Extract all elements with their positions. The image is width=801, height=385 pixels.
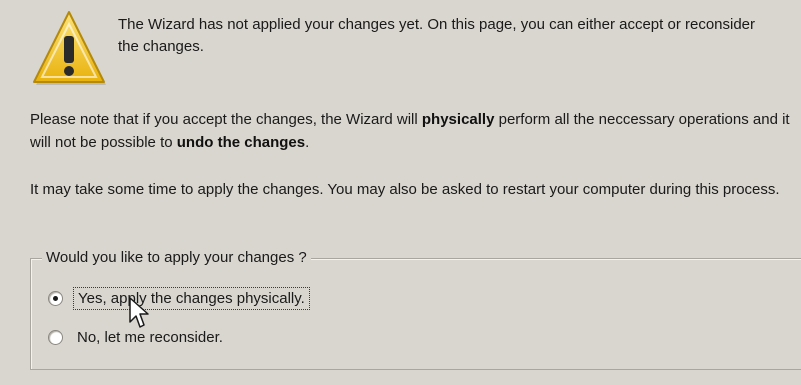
note-paragraph: Please note that if you accept the chang… — [30, 108, 801, 154]
mouse-pointer-icon — [129, 297, 149, 328]
wizard-panel: The Wizard has not applied your changes … — [8, 0, 801, 385]
radio-selected-dot — [53, 295, 58, 301]
note-text-3: . — [305, 134, 310, 151]
time-paragraph: It may take some time to apply the chang… — [30, 181, 780, 198]
note-bold-physically: physically — [421, 111, 495, 128]
intro-text: The Wizard has not applied your changes … — [118, 16, 756, 55]
radio-label-yes[interactable]: Yes, apply the changes physically. — [73, 286, 310, 310]
note-bold-undo: undo the changes — [176, 134, 306, 151]
note-text-1: Please note that if you accept the chang… — [30, 111, 422, 128]
group-legend: Would you like to apply your changes ? — [42, 247, 311, 269]
radio-button-no[interactable] — [48, 329, 63, 345]
radio-option-yes[interactable]: Yes, apply the changes physically. — [48, 285, 310, 311]
radio-button-yes[interactable] — [48, 290, 63, 306]
warning-triangle-icon — [33, 11, 106, 85]
